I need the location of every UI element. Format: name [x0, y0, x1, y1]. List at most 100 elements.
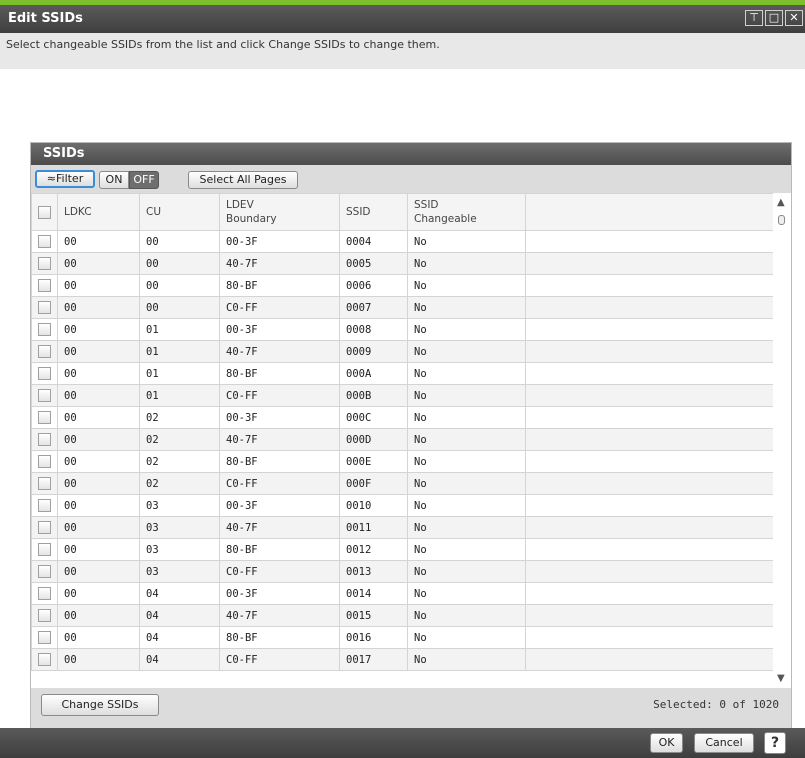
cell-ldev-boundary: 00-3F — [219, 230, 340, 253]
cell-cu: 02 — [139, 406, 220, 429]
cell-ssid: 0014 — [339, 582, 408, 605]
row-checkbox[interactable] — [38, 279, 51, 292]
table-row[interactable]: 00 01 80-BF 000A No — [31, 362, 774, 385]
cell-filler — [525, 340, 774, 363]
row-checkbox[interactable] — [38, 411, 51, 424]
cell-ssid: 0009 — [339, 340, 408, 363]
ok-button[interactable]: OK — [650, 733, 683, 753]
row-checkbox[interactable] — [38, 587, 51, 600]
help-icon[interactable]: ? — [764, 732, 786, 754]
row-checkbox[interactable] — [38, 609, 51, 622]
cell-filler — [525, 560, 774, 583]
cell-ssid: 0012 — [339, 538, 408, 561]
table-row[interactable]: 00 02 40-7F 000D No — [31, 428, 774, 451]
chevron-up-icon[interactable]: ▲ — [777, 197, 785, 208]
table-row[interactable]: 00 03 00-3F 0010 No — [31, 494, 774, 517]
table-scrollbar[interactable]: ▲ ▼ — [773, 193, 791, 688]
cell-ldkc: 00 — [57, 384, 140, 407]
table-row[interactable]: 00 02 C0-FF 000F No — [31, 472, 774, 495]
table-row[interactable]: 00 03 40-7F 0011 No — [31, 516, 774, 539]
chevron-down-icon[interactable]: ▼ — [777, 673, 785, 684]
cell-filler — [525, 626, 774, 649]
table-row[interactable]: 00 00 00-3F 0004 No — [31, 230, 774, 253]
change-ssids-button[interactable]: Change SSIDs — [41, 694, 159, 716]
cell-ssid: 0011 — [339, 516, 408, 539]
row-checkbox[interactable] — [38, 389, 51, 402]
cell-cu: 02 — [139, 428, 220, 451]
row-checkbox[interactable] — [38, 631, 51, 644]
table-row[interactable]: 00 03 C0-FF 0013 No — [31, 560, 774, 583]
filter-on-toggle[interactable]: ON — [99, 171, 129, 189]
filter-off-toggle[interactable]: OFF — [129, 171, 159, 189]
dialog-description-bar: Select changeable SSIDs from the list an… — [0, 33, 805, 69]
cell-cu: 01 — [139, 384, 220, 407]
close-icon[interactable]: ✕ — [785, 10, 803, 26]
table-row[interactable]: 00 02 00-3F 000C No — [31, 406, 774, 429]
row-checkbox[interactable] — [38, 345, 51, 358]
row-checkbox[interactable] — [38, 301, 51, 314]
cell-ldev-boundary: 40-7F — [219, 252, 340, 275]
row-checkbox[interactable] — [38, 477, 51, 490]
cell-ldev-boundary: 00-3F — [219, 406, 340, 429]
maximize-icon[interactable]: □ — [765, 10, 783, 26]
table-row[interactable]: 00 02 80-BF 000E No — [31, 450, 774, 473]
cell-filler — [525, 296, 774, 319]
dialog-footer: OK Cancel ? — [0, 728, 805, 758]
selected-count: 0 — [719, 698, 726, 711]
cell-ssid: 0013 — [339, 560, 408, 583]
cell-ssid-changeable: No — [407, 274, 526, 297]
cell-filler — [525, 538, 774, 561]
cell-ldkc: 00 — [57, 604, 140, 627]
panel-header: SSIDs — [31, 143, 791, 165]
column-header-ssid-changeable[interactable]: SSID Changeable — [407, 193, 526, 231]
column-header-ldev-boundary[interactable]: LDEV Boundary — [219, 193, 340, 231]
cell-cu: 01 — [139, 340, 220, 363]
table-row[interactable]: 00 04 40-7F 0015 No — [31, 604, 774, 627]
table-row[interactable]: 00 04 80-BF 0016 No — [31, 626, 774, 649]
row-checkbox[interactable] — [38, 653, 51, 666]
column-header-ldkc[interactable]: LDKC — [57, 193, 140, 231]
cancel-button[interactable]: Cancel — [694, 733, 754, 753]
scroll-thumb[interactable] — [778, 215, 785, 225]
cell-filler — [525, 582, 774, 605]
row-checkbox[interactable] — [38, 499, 51, 512]
cell-ldkc: 00 — [57, 450, 140, 473]
cell-ssid-changeable: No — [407, 428, 526, 451]
table-row[interactable]: 00 04 00-3F 0014 No — [31, 582, 774, 605]
table-row[interactable]: 00 00 40-7F 0005 No — [31, 252, 774, 275]
table-row[interactable]: 00 00 80-BF 0006 No — [31, 274, 774, 297]
cell-cu: 03 — [139, 560, 220, 583]
column-header-ssid[interactable]: SSID — [339, 193, 408, 231]
cell-ssid-changeable: No — [407, 560, 526, 583]
filter-button[interactable]: ≈Filter — [35, 170, 95, 188]
row-checkbox[interactable] — [38, 543, 51, 556]
cell-ssid: 000E — [339, 450, 408, 473]
table-row[interactable]: 00 04 C0-FF 0017 No — [31, 648, 774, 671]
row-checkbox[interactable] — [38, 521, 51, 534]
cell-ldkc: 00 — [57, 626, 140, 649]
cell-ssid: 000C — [339, 406, 408, 429]
select-all-pages-button[interactable]: Select All Pages — [188, 171, 298, 189]
table-row[interactable]: 00 00 C0-FF 0007 No — [31, 296, 774, 319]
table-row[interactable]: 00 03 80-BF 0012 No — [31, 538, 774, 561]
row-checkbox[interactable] — [38, 235, 51, 248]
cell-filler — [525, 494, 774, 517]
row-checkbox[interactable] — [38, 323, 51, 336]
cell-ssid: 000F — [339, 472, 408, 495]
row-checkbox[interactable] — [38, 257, 51, 270]
cell-filler — [525, 230, 774, 253]
cell-ldev-boundary: 00-3F — [219, 582, 340, 605]
row-checkbox[interactable] — [38, 565, 51, 578]
row-checkbox[interactable] — [38, 455, 51, 468]
row-checkbox[interactable] — [38, 367, 51, 380]
cell-cu: 04 — [139, 648, 220, 671]
pin-icon[interactable]: ⊤ — [745, 10, 763, 26]
row-checkbox[interactable] — [38, 433, 51, 446]
column-header-cu[interactable]: CU — [139, 193, 220, 231]
cell-filler — [525, 516, 774, 539]
select-all-checkbox[interactable] — [38, 205, 51, 219]
cell-ldkc: 00 — [57, 318, 140, 341]
table-row[interactable]: 00 01 00-3F 0008 No — [31, 318, 774, 341]
table-row[interactable]: 00 01 40-7F 0009 No — [31, 340, 774, 363]
table-row[interactable]: 00 01 C0-FF 000B No — [31, 384, 774, 407]
